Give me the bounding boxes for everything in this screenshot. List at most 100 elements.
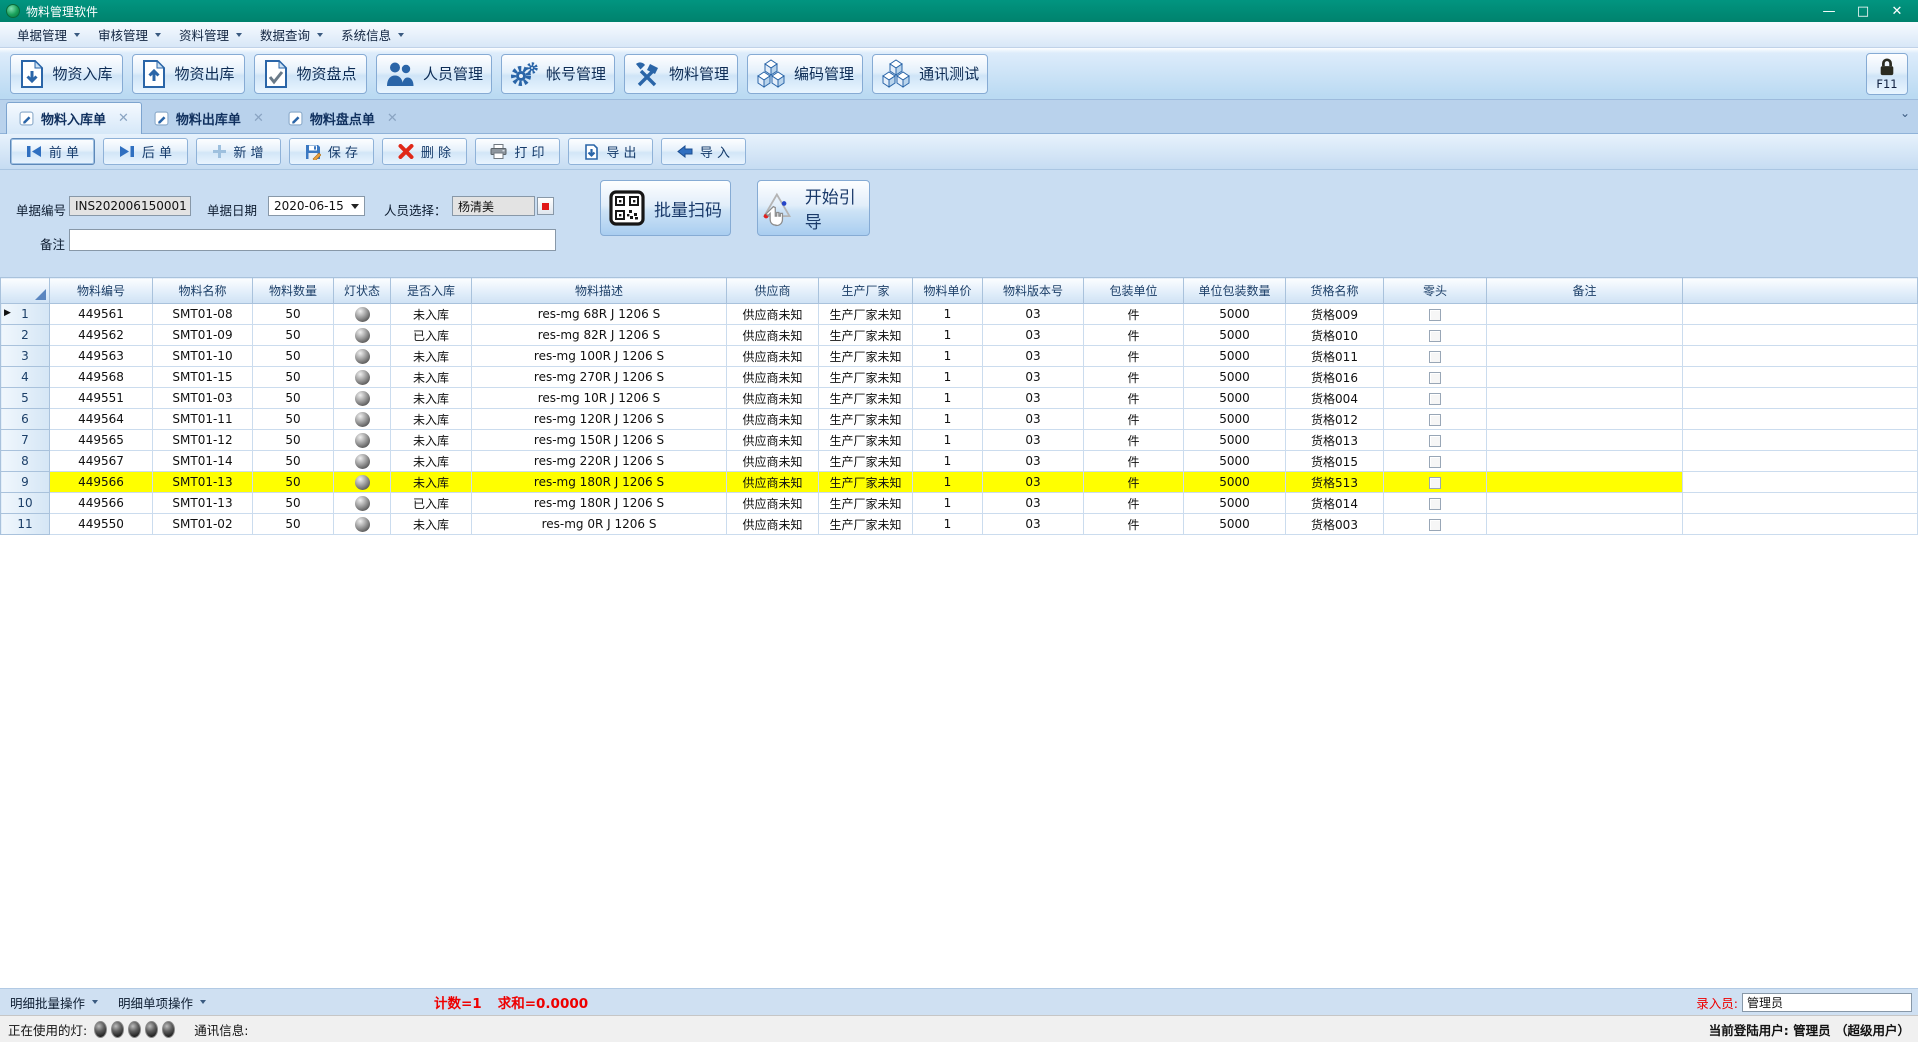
cell-instock[interactable]: 未入库 <box>391 388 472 409</box>
cell-slot-name[interactable]: 货格010 <box>1286 325 1384 346</box>
detail-batch-ops-menu[interactable]: 明细批量操作 <box>0 993 108 1012</box>
cell-version[interactable]: 03 <box>983 451 1084 472</box>
doc-date-select[interactable]: 2020-06-15 <box>268 196 365 216</box>
cell-remark[interactable] <box>1487 304 1683 325</box>
cell-material-name[interactable]: SMT01-03 <box>153 388 253 409</box>
cell-lamp-status[interactable] <box>334 409 391 430</box>
table-row[interactable]: ▶1449561SMT01-0850未入库res-mg 68R J 1206 S… <box>1 304 1918 325</box>
cell-odd[interactable] <box>1384 388 1487 409</box>
cell-supplier[interactable]: 供应商未知 <box>727 493 819 514</box>
cell-material-qty[interactable]: 50 <box>253 472 334 493</box>
col-material-desc[interactable]: 物料描述 <box>472 278 727 304</box>
cell-odd[interactable] <box>1384 430 1487 451</box>
odd-checkbox[interactable] <box>1429 372 1441 384</box>
toolbar-button-material-mgmt[interactable]: 物料管理 <box>624 54 738 94</box>
col-odd[interactable]: 零头 <box>1384 278 1487 304</box>
cell-pack-qty[interactable]: 5000 <box>1184 304 1286 325</box>
toolbar-button-account[interactable]: 帐号管理 <box>501 54 615 94</box>
cell-pack-unit[interactable]: 件 <box>1084 514 1184 535</box>
cell-instock[interactable]: 未入库 <box>391 472 472 493</box>
toolbar-button-coding-mgmt[interactable]: 编码管理 <box>747 54 863 94</box>
cell-odd[interactable] <box>1384 409 1487 430</box>
cell-material-name[interactable]: SMT01-02 <box>153 514 253 535</box>
cell-slot-name[interactable]: 货格009 <box>1286 304 1384 325</box>
toolbar-button-stocktake[interactable]: 物资盘点 <box>254 54 367 94</box>
col-version[interactable]: 物料版本号 <box>983 278 1084 304</box>
cell-manufacturer[interactable]: 生产厂家未知 <box>819 388 913 409</box>
cell-pack-unit[interactable]: 件 <box>1084 451 1184 472</box>
cell-material-desc[interactable]: res-mg 180R J 1206 S <box>472 493 727 514</box>
col-pack-qty[interactable]: 单位包装数量 <box>1184 278 1286 304</box>
cell-material-code[interactable]: 449561 <box>50 304 153 325</box>
cell-material-code[interactable]: 449563 <box>50 346 153 367</box>
cell-pack-qty[interactable]: 5000 <box>1184 325 1286 346</box>
cell-instock[interactable]: 未入库 <box>391 367 472 388</box>
tab-material-inbound[interactable]: 物料入库单 ✕ <box>6 102 142 134</box>
col-instock[interactable]: 是否入库 <box>391 278 472 304</box>
table-row[interactable]: 3449563SMT01-1050未入库res-mg 100R J 1206 S… <box>1 346 1918 367</box>
cell-odd[interactable] <box>1384 472 1487 493</box>
cell-odd[interactable] <box>1384 325 1487 346</box>
cell-unit-price[interactable]: 1 <box>913 304 983 325</box>
cell-material-desc[interactable]: res-mg 270R J 1206 S <box>472 367 727 388</box>
cell-material-name[interactable]: SMT01-13 <box>153 493 253 514</box>
cell-version[interactable]: 03 <box>983 325 1084 346</box>
cell-material-name[interactable]: SMT01-15 <box>153 367 253 388</box>
col-remark[interactable]: 备注 <box>1487 278 1683 304</box>
cell-instock[interactable]: 未入库 <box>391 304 472 325</box>
cell-unit-price[interactable]: 1 <box>913 493 983 514</box>
cell-material-qty[interactable]: 50 <box>253 325 334 346</box>
cell-material-code[interactable]: 449551 <box>50 388 153 409</box>
tab-overflow-icon[interactable]: ⌄ <box>1900 106 1910 120</box>
cell-material-desc[interactable]: res-mg 220R J 1206 S <box>472 451 727 472</box>
cell-lamp-status[interactable] <box>334 388 391 409</box>
menu-item-data-query[interactable]: 数据查询 <box>251 22 332 47</box>
cell-slot-name[interactable]: 货格014 <box>1286 493 1384 514</box>
cell-pack-unit[interactable]: 件 <box>1084 430 1184 451</box>
odd-checkbox[interactable] <box>1429 477 1441 489</box>
row-header[interactable]: 10 <box>1 493 50 514</box>
cell-material-qty[interactable]: 50 <box>253 409 334 430</box>
cell-material-desc[interactable]: res-mg 10R J 1206 S <box>472 388 727 409</box>
cell-unit-price[interactable]: 1 <box>913 325 983 346</box>
cell-unit-price[interactable]: 1 <box>913 430 983 451</box>
cell-pack-qty[interactable]: 5000 <box>1184 388 1286 409</box>
row-header[interactable]: 9 <box>1 472 50 493</box>
cell-instock[interactable]: 未入库 <box>391 514 472 535</box>
cell-material-desc[interactable]: res-mg 120R J 1206 S <box>472 409 727 430</box>
cell-slot-name[interactable]: 货格016 <box>1286 367 1384 388</box>
cell-material-name[interactable]: SMT01-12 <box>153 430 253 451</box>
next-doc-button[interactable]: 后 单 <box>103 138 188 165</box>
col-material-code[interactable]: 物料编号 <box>50 278 153 304</box>
cell-unit-price[interactable]: 1 <box>913 388 983 409</box>
cell-material-desc[interactable]: res-mg 68R J 1206 S <box>472 304 727 325</box>
cell-material-name[interactable]: SMT01-13 <box>153 472 253 493</box>
odd-checkbox[interactable] <box>1429 414 1441 426</box>
odd-checkbox[interactable] <box>1429 435 1441 447</box>
col-material-name[interactable]: 物料名称 <box>153 278 253 304</box>
cell-material-code[interactable]: 449567 <box>50 451 153 472</box>
menu-item-document-mgmt[interactable]: 单据管理 <box>8 22 89 47</box>
cell-lamp-status[interactable] <box>334 493 391 514</box>
table-row[interactable]: 9449566SMT01-1350未入库res-mg 180R J 1206 S… <box>1 472 1918 493</box>
row-header[interactable]: 2 <box>1 325 50 346</box>
cell-slot-name[interactable]: 货格015 <box>1286 451 1384 472</box>
col-unit-price[interactable]: 物料单价 <box>913 278 983 304</box>
cell-material-desc[interactable]: res-mg 150R J 1206 S <box>472 430 727 451</box>
odd-checkbox[interactable] <box>1429 456 1441 468</box>
cell-supplier[interactable]: 供应商未知 <box>727 304 819 325</box>
table-row[interactable]: 11449550SMT01-0250未入库res-mg 0R J 1206 S供… <box>1 514 1918 535</box>
cell-version[interactable]: 03 <box>983 388 1084 409</box>
table-row[interactable]: 6449564SMT01-1150未入库res-mg 120R J 1206 S… <box>1 409 1918 430</box>
cell-lamp-status[interactable] <box>334 514 391 535</box>
odd-checkbox[interactable] <box>1429 498 1441 510</box>
cell-odd[interactable] <box>1384 367 1487 388</box>
close-icon[interactable]: ✕ <box>387 111 398 126</box>
cell-material-qty[interactable]: 50 <box>253 388 334 409</box>
cell-unit-price[interactable]: 1 <box>913 346 983 367</box>
remark-field[interactable] <box>69 229 556 251</box>
toolbar-button-comm-test[interactable]: 通讯测试 <box>872 54 988 94</box>
cell-manufacturer[interactable]: 生产厂家未知 <box>819 514 913 535</box>
table-row[interactable]: 7449565SMT01-1250未入库res-mg 150R J 1206 S… <box>1 430 1918 451</box>
cell-remark[interactable] <box>1487 514 1683 535</box>
